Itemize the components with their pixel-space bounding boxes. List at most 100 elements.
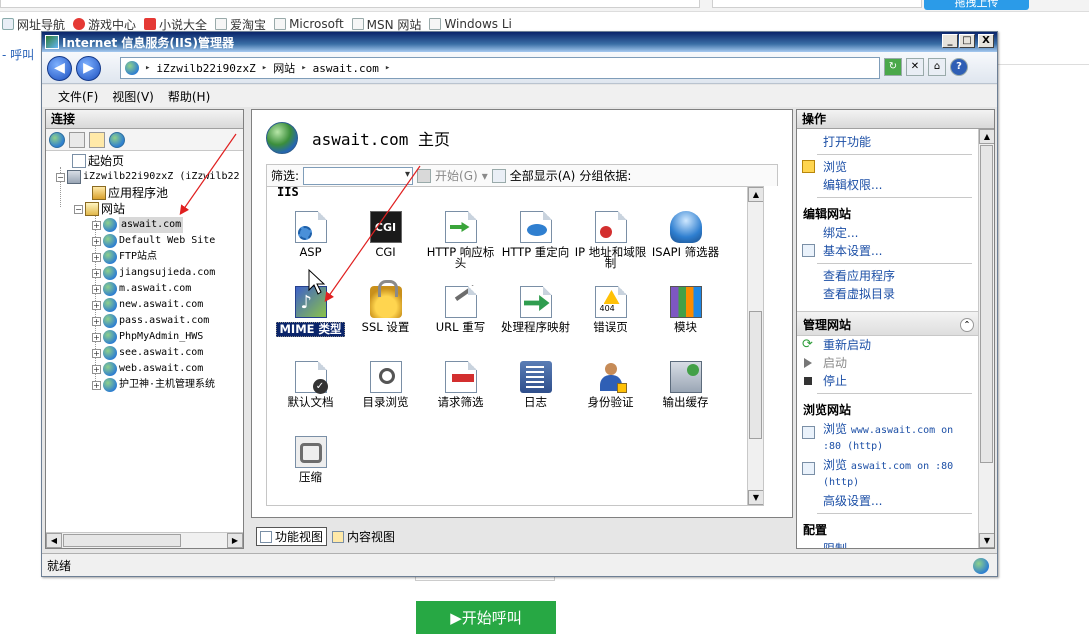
disconnect-icon[interactable] xyxy=(109,131,125,148)
minimize-button[interactable]: _ xyxy=(942,34,958,48)
filter-start-button[interactable]: 开始(G) xyxy=(435,167,478,184)
feature-isapi-filters[interactable]: ISAPI 筛选器 xyxy=(648,211,723,286)
group-by-label[interactable]: 分组依据: xyxy=(579,167,631,184)
feature-http-headers[interactable]: HTTP 响应标头 xyxy=(423,211,498,286)
action-start[interactable]: 启动 xyxy=(797,354,978,372)
help-icon[interactable]: ? xyxy=(950,58,968,76)
feature-modules[interactable]: 模块 xyxy=(648,286,723,361)
feature-ip-restrictions[interactable]: IP 地址和域限制 xyxy=(573,211,648,286)
breadcrumb-site[interactable]: aswait.com xyxy=(313,62,379,75)
breadcrumb-sites[interactable]: 网站 xyxy=(273,60,295,76)
tree-item-site[interactable]: + pass.aswait.com xyxy=(46,313,243,329)
tree-item-site[interactable]: + PhpMyAdmin_HWS xyxy=(46,329,243,345)
scroll-right-icon[interactable]: ▶ xyxy=(227,533,243,548)
feature-mime-types[interactable]: ♪ MIME 类型 xyxy=(273,286,348,361)
action-view-vdirs[interactable]: 查看虚拟目录 xyxy=(797,285,978,303)
feature-compression[interactable]: 压缩 xyxy=(273,436,348,505)
scroll-thumb[interactable] xyxy=(749,311,762,439)
scroll-down-icon[interactable]: ▼ xyxy=(748,490,763,505)
expand-icon[interactable]: + xyxy=(92,284,101,294)
action-explore[interactable]: 浏览 xyxy=(797,158,978,176)
feature-logging[interactable]: 日志 xyxy=(498,361,573,436)
expand-icon[interactable]: + xyxy=(92,300,101,310)
action-browse-www[interactable]: 浏览 www.aswait.com on :80 (http) xyxy=(797,420,978,456)
tree-item-sites[interactable]: − 网站 xyxy=(46,201,243,217)
up-folder-icon[interactable] xyxy=(89,131,105,148)
action-bindings[interactable]: 绑定... xyxy=(797,224,978,242)
section-manage-site[interactable]: 管理网站 ⌃ xyxy=(797,311,978,336)
address-bar[interactable]: ▸ iZzwilb22i90zxZ ▸ 网站 ▸ aswait.com ▸ xyxy=(120,57,880,79)
feature-request-filtering[interactable]: 请求筛选 xyxy=(423,361,498,436)
show-all-icon[interactable] xyxy=(491,168,506,183)
feature-url-rewrite[interactable]: URL 重写 xyxy=(423,285,498,361)
scroll-left-icon[interactable]: ◀ xyxy=(46,533,62,548)
tree-item-site[interactable]: + jiangsujieda.com xyxy=(46,265,243,281)
bookmark-taobao[interactable]: 爱淘宝 xyxy=(215,16,266,33)
show-all-button[interactable]: 全部显示(A) xyxy=(510,167,576,184)
tree-item-site[interactable]: + Default Web Site xyxy=(46,233,243,249)
expand-icon[interactable]: + xyxy=(92,236,101,246)
scroll-thumb[interactable] xyxy=(980,145,993,463)
breadcrumb-server[interactable]: iZzwilb22i90zxZ xyxy=(156,62,255,75)
window-titlebar[interactable]: Internet 信息服务(IIS)管理器 _ □ X xyxy=(42,32,997,52)
scroll-down-icon[interactable]: ▼ xyxy=(979,533,994,548)
action-stop[interactable]: 停止 xyxy=(797,372,978,390)
back-button[interactable]: ◀ xyxy=(47,56,72,81)
expand-icon[interactable]: + xyxy=(92,332,101,342)
action-restart[interactable]: ⟳ 重新启动 xyxy=(797,336,978,354)
bookmark-windows-live[interactable]: Windows Li xyxy=(429,17,512,31)
tree-item-site[interactable]: + FTP站点 xyxy=(46,249,243,265)
action-advanced-settings[interactable]: 高级设置... xyxy=(797,492,978,510)
menu-help[interactable]: 帮助(H) xyxy=(168,88,210,105)
menu-file[interactable]: 文件(F) xyxy=(58,88,98,105)
feature-default-document[interactable]: ✓ 默认文档 xyxy=(273,361,348,436)
tree-item-site[interactable]: + web.aswait.com xyxy=(46,361,243,377)
tree-item-site[interactable]: + aswait.com xyxy=(46,217,243,233)
tree-item-start-page[interactable]: 起始页 xyxy=(46,153,243,169)
feature-handler-mappings[interactable]: 处理程序映射 xyxy=(498,286,573,361)
feature-vscrollbar[interactable]: ▲ ▼ xyxy=(747,187,763,505)
expand-icon[interactable]: + xyxy=(92,252,101,262)
collapse-icon[interactable]: − xyxy=(56,172,65,182)
scroll-up-icon[interactable]: ▲ xyxy=(979,129,994,144)
stop-icon[interactable]: ✕ xyxy=(906,58,924,76)
action-view-applications[interactable]: 查看应用程序 xyxy=(797,267,978,285)
expand-icon[interactable]: + xyxy=(92,348,101,358)
feature-directory-browsing[interactable]: 目录浏览 xyxy=(348,361,423,436)
action-basic-settings[interactable]: 基本设置... xyxy=(797,242,978,260)
feature-authentication[interactable]: 身份验证 xyxy=(573,361,648,436)
bookmark-novels[interactable]: 小说大全 xyxy=(144,16,207,33)
scroll-thumb[interactable] xyxy=(63,534,181,547)
home-icon[interactable]: ⌂ xyxy=(928,58,946,76)
start-call-button[interactable]: ▶开始呼叫 xyxy=(416,601,556,634)
feature-error-pages[interactable]: 404 错误页 xyxy=(573,286,648,361)
feature-output-caching[interactable]: 输出缓存 xyxy=(648,361,723,436)
bookmark-microsoft[interactable]: Microsoft xyxy=(274,17,344,31)
tree-item-site[interactable]: + new.aswait.com xyxy=(46,297,243,313)
bookmark-msn[interactable]: MSN 网站 xyxy=(351,16,421,33)
scroll-up-icon[interactable]: ▲ xyxy=(748,187,763,202)
action-browse-root[interactable]: 浏览 aswait.com on :80 (http) xyxy=(797,456,978,492)
menu-view[interactable]: 视图(V) xyxy=(112,88,154,105)
tree-item-site[interactable]: + m.aswait.com xyxy=(46,281,243,297)
save-icon[interactable] xyxy=(69,131,85,148)
connect-icon[interactable] xyxy=(49,131,65,148)
browser-search-stub[interactable] xyxy=(712,0,922,8)
action-edit-permissions[interactable]: 编辑权限... xyxy=(797,176,978,194)
tree-item-server[interactable]: − iZzwilb22i90zxZ (iZzwilb22 xyxy=(46,169,243,185)
refresh-icon[interactable]: ↻ xyxy=(884,58,902,76)
tree-item-app-pools[interactable]: 应用程序池 xyxy=(46,185,243,201)
filter-input[interactable] xyxy=(303,166,414,185)
tree-item-site[interactable]: + see.aswait.com xyxy=(46,345,243,361)
actions-vscrollbar[interactable]: ▲ ▼ xyxy=(978,129,994,548)
close-button[interactable]: X xyxy=(978,34,994,48)
maximize-button[interactable]: □ xyxy=(959,34,975,48)
tab-features-view[interactable]: 功能视图 xyxy=(256,527,328,546)
tree-item-site[interactable]: + 护卫神·主机管理系统 xyxy=(46,377,243,393)
expand-icon[interactable]: + xyxy=(92,220,101,230)
feature-ssl[interactable]: SSL 设置 xyxy=(348,280,423,361)
browser-address-stub[interactable] xyxy=(0,0,700,8)
expand-icon[interactable]: + xyxy=(92,316,101,326)
tab-content-view[interactable]: 内容视图 xyxy=(329,527,398,546)
chevron-down-icon[interactable]: ▾ xyxy=(482,169,488,183)
